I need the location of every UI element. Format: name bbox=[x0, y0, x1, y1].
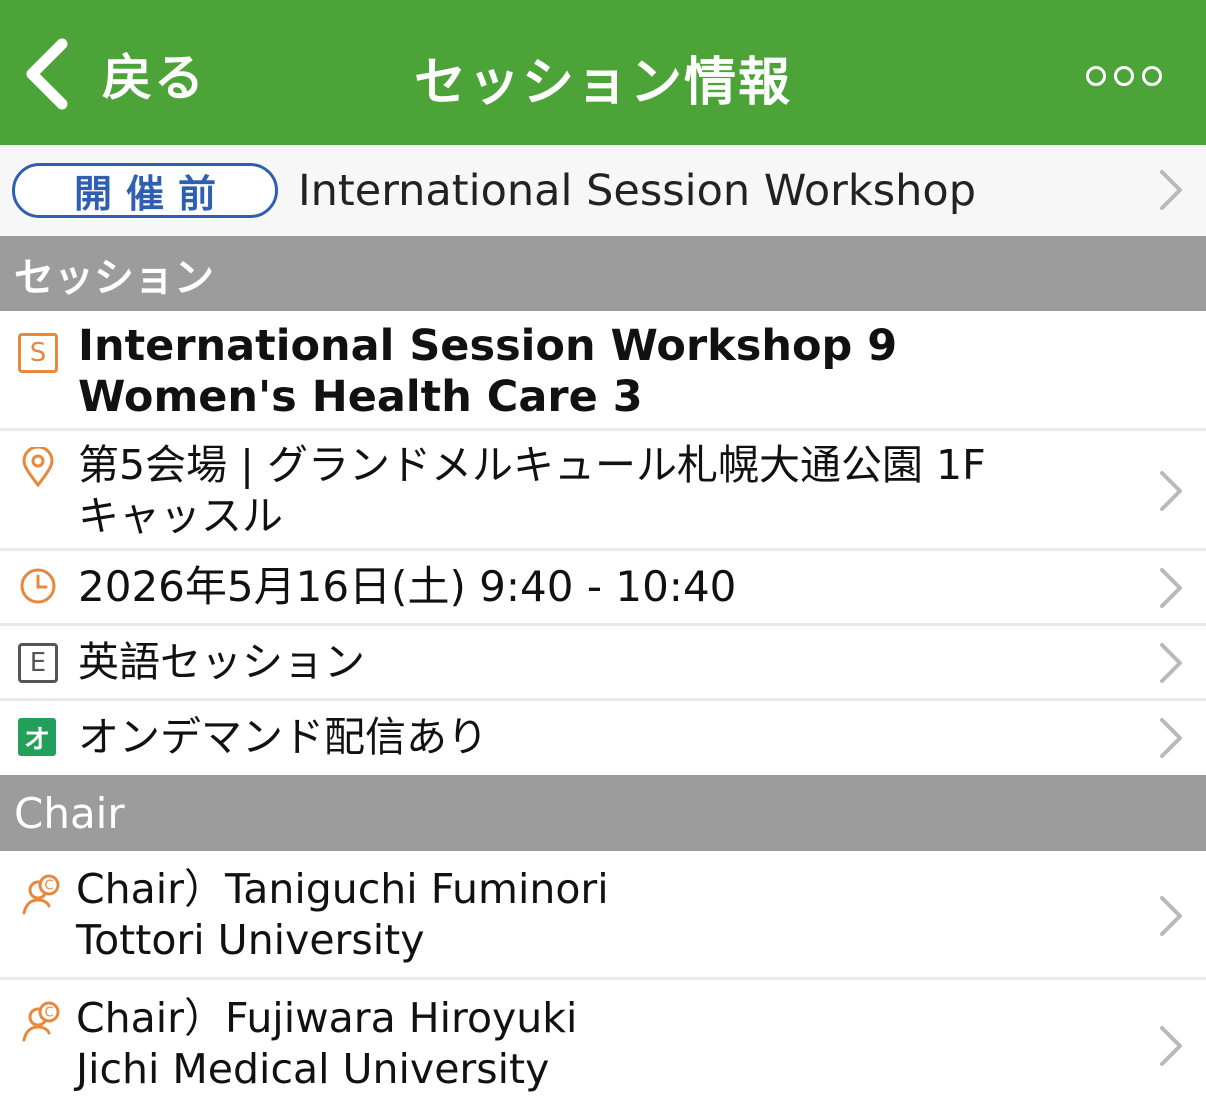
location-pin-icon bbox=[22, 447, 54, 487]
language-text: 英語セッション bbox=[78, 638, 365, 686]
session-title-line2: Women's Health Care 3 bbox=[78, 372, 643, 422]
status-badge: 開催前 bbox=[12, 163, 278, 218]
clock-icon bbox=[20, 568, 56, 604]
venue-text: 第5会場 | グランドメルキュール札幌大通公園 1F キャッスル bbox=[78, 440, 986, 542]
ondemand-text: オンデマンド配信あり bbox=[78, 713, 488, 761]
chair-row-1[interactable]: C Chair）Taniguchi Fuminori Tottori Unive… bbox=[0, 851, 1206, 980]
more-dot bbox=[1142, 66, 1162, 86]
section-header-chair: Chair bbox=[0, 775, 1206, 851]
chair-text-1: Chair）Taniguchi Fuminori Tottori Univers… bbox=[76, 864, 609, 966]
venue-row[interactable]: 第5会場 | グランドメルキュール札幌大通公園 1F キャッスル bbox=[0, 431, 1206, 551]
chair-row-2[interactable]: C Chair）Fujiwara Hiroyuki Jichi Medical … bbox=[0, 980, 1206, 1102]
session-icon-letter: S bbox=[29, 338, 47, 368]
english-icon: E bbox=[18, 643, 58, 683]
chair-name: Chair）Taniguchi Fuminori bbox=[76, 865, 609, 913]
chair-affiliation: Jichi Medical University bbox=[76, 1045, 550, 1093]
session-title-row: S International Session Workshop 9 Women… bbox=[0, 311, 1206, 431]
session-title: International Session Workshop 9 Women's… bbox=[78, 321, 897, 423]
more-dot bbox=[1114, 66, 1134, 86]
venue-line2: キャッスル bbox=[78, 492, 283, 540]
chevron-right-icon bbox=[1160, 568, 1182, 608]
ondemand-icon-letter: オ bbox=[23, 724, 50, 755]
nav-bar: 戻る セッション情報 bbox=[0, 0, 1206, 145]
section-header-session: セッション bbox=[0, 236, 1206, 311]
more-dot bbox=[1086, 66, 1106, 86]
svg-text:C: C bbox=[44, 1006, 53, 1021]
ondemand-icon: オ bbox=[18, 718, 56, 756]
datetime-text: 2026年5月16日(土) 9:40 - 10:40 bbox=[78, 562, 737, 611]
chair-person-icon: C bbox=[22, 1001, 60, 1042]
more-dots-icon[interactable] bbox=[1086, 62, 1162, 90]
session-title-line1: International Session Workshop 9 bbox=[78, 321, 898, 371]
ondemand-row[interactable]: オ オンデマンド配信あり bbox=[0, 701, 1206, 775]
chair-person-icon: C bbox=[22, 874, 60, 915]
svg-text:C: C bbox=[44, 879, 53, 894]
session-status-row[interactable]: 開催前 International Session Workshop bbox=[0, 145, 1206, 236]
chair-text-2: Chair）Fujiwara Hiroyuki Jichi Medical Un… bbox=[76, 993, 577, 1095]
session-icon: S bbox=[18, 333, 58, 373]
datetime-row[interactable]: 2026年5月16日(土) 9:40 - 10:40 bbox=[0, 551, 1206, 626]
chair-name: Chair）Fujiwara Hiroyuki bbox=[76, 994, 578, 1042]
chair-affiliation: Tottori University bbox=[76, 916, 425, 964]
chevron-right-icon bbox=[1160, 643, 1182, 683]
chevron-right-icon bbox=[1160, 896, 1182, 936]
page-title: セッション情報 bbox=[413, 53, 792, 113]
english-icon-letter: E bbox=[29, 648, 47, 678]
chevron-right-icon bbox=[1160, 170, 1182, 210]
chevron-right-icon bbox=[1160, 1026, 1182, 1066]
language-row[interactable]: E 英語セッション bbox=[0, 626, 1206, 701]
chevron-right-icon bbox=[1160, 718, 1182, 758]
chevron-right-icon bbox=[1160, 471, 1182, 511]
venue-line1: 第5会場 | グランドメルキュール札幌大通公園 1F bbox=[78, 441, 986, 489]
status-session-title: International Session Workshop bbox=[298, 165, 976, 216]
